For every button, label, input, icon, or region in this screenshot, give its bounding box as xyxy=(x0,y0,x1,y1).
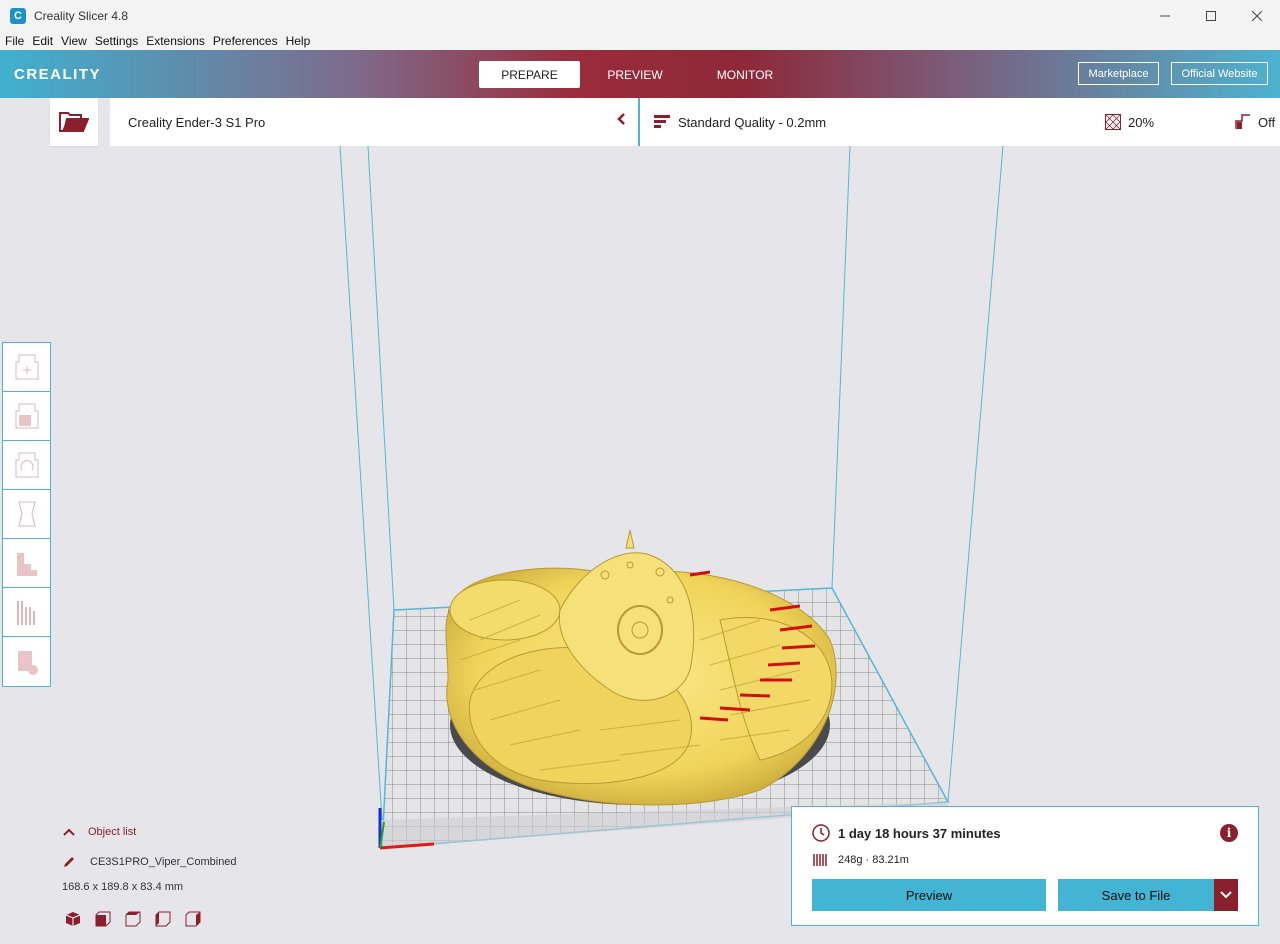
custom-support-button[interactable] xyxy=(3,637,50,686)
creality-logo: CREALITY xyxy=(14,66,101,83)
print-time-row: 1 day 18 hours 37 minutes xyxy=(812,824,1001,842)
support-icon xyxy=(1235,114,1251,135)
tab-monitor[interactable]: MONITOR xyxy=(690,61,800,88)
move-tool-icon xyxy=(15,354,38,380)
title-bar: C Creality Slicer 4.8 xyxy=(0,0,1280,31)
menu-help[interactable]: Help xyxy=(281,34,314,48)
menu-file[interactable]: File xyxy=(0,34,27,48)
object-entry[interactable]: CE3S1PRO_Viper_Combined xyxy=(62,855,237,869)
app-icon: C xyxy=(10,7,26,24)
per-model-settings-icon xyxy=(16,553,37,576)
tab-preview[interactable]: PREVIEW xyxy=(580,61,690,88)
per-model-settings-button[interactable] xyxy=(3,539,50,588)
top-view-icon xyxy=(125,911,141,927)
printer-name: Creality Ender-3 S1 Pro xyxy=(128,114,266,130)
tool-panel xyxy=(2,342,51,687)
official-website-button[interactable]: Official Website xyxy=(1171,62,1268,85)
custom-support-icon xyxy=(17,650,38,675)
window-title: Creality Slicer 4.8 xyxy=(34,8,129,23)
move-tool-button[interactable] xyxy=(3,343,50,392)
rotate-tool-icon xyxy=(15,452,38,478)
maximize-icon[interactable] xyxy=(1188,0,1234,31)
filament-icon xyxy=(813,854,827,866)
mirror-tool-button[interactable] xyxy=(3,490,50,539)
chevron-left-icon[interactable] xyxy=(616,112,626,129)
3d-view-icon xyxy=(65,912,81,926)
support-value: Off xyxy=(1258,115,1276,130)
scale-tool-button[interactable] xyxy=(3,392,50,441)
window-controls xyxy=(1142,0,1280,31)
menu-extensions[interactable]: Extensions xyxy=(141,34,208,48)
stage-header: CREALITY PREPARE PREVIEW MONITOR Marketp… xyxy=(0,50,1280,98)
open-file-button[interactable] xyxy=(50,98,98,146)
chevron-up-icon xyxy=(63,828,75,836)
support-blocker-button[interactable] xyxy=(3,588,50,637)
menu-view[interactable]: View xyxy=(56,34,90,48)
material-row: 248g · 83.21m xyxy=(812,853,909,867)
stage-tabs: PREPARE PREVIEW MONITOR xyxy=(479,61,800,88)
menu-edit[interactable]: Edit xyxy=(27,34,56,48)
front-view-button[interactable] xyxy=(92,908,114,930)
menu-settings[interactable]: Settings xyxy=(90,34,141,48)
quality-icon xyxy=(654,115,670,129)
pencil-icon xyxy=(64,857,74,867)
minimize-icon[interactable] xyxy=(1142,0,1188,31)
mirror-tool-icon xyxy=(17,501,36,527)
object-name: CE3S1PRO_Viper_Combined xyxy=(90,856,237,868)
marketplace-button[interactable]: Marketplace xyxy=(1078,62,1159,85)
info-icon[interactable]: i xyxy=(1220,824,1238,842)
infill-value: 20% xyxy=(1128,115,1155,130)
menu-preferences[interactable]: Preferences xyxy=(208,34,281,48)
close-icon[interactable] xyxy=(1234,0,1280,31)
object-list-toggle[interactable]: Object list xyxy=(62,826,136,838)
clock-icon xyxy=(812,824,830,842)
save-options-dropdown[interactable] xyxy=(1214,879,1238,911)
3d-view-button[interactable] xyxy=(62,908,84,930)
rotate-tool-button[interactable] xyxy=(3,441,50,490)
left-view-icon xyxy=(155,911,171,927)
preview-button[interactable]: Preview xyxy=(812,879,1046,911)
print-settings-selector[interactable]: Standard Quality - 0.2mm 20% Off xyxy=(640,98,1280,146)
print-time: 1 day 18 hours 37 minutes xyxy=(838,825,1001,841)
printer-selector[interactable]: Creality Ender-3 S1 Pro xyxy=(110,98,638,146)
object-list-label: Object list xyxy=(88,826,137,838)
chevron-down-icon xyxy=(1220,891,1232,899)
quality-label: Standard Quality - 0.2mm xyxy=(678,114,827,130)
menu-bar: File Edit View Settings Extensions Prefe… xyxy=(0,31,1280,50)
infill-icon xyxy=(1105,114,1121,135)
folder-open-icon xyxy=(59,112,89,132)
save-to-file-button[interactable]: Save to File xyxy=(1058,879,1214,911)
support-blocker-icon xyxy=(16,601,35,625)
left-view-button[interactable] xyxy=(152,908,174,930)
tab-prepare[interactable]: PREPARE xyxy=(479,61,580,88)
object-dimensions: 168.6 x 189.8 x 83.4 mm xyxy=(62,881,184,893)
scale-tool-icon xyxy=(15,403,38,429)
viper-model[interactable] xyxy=(445,529,837,806)
front-view-icon xyxy=(95,911,111,927)
material-usage: 248g · 83.21m xyxy=(838,854,909,866)
right-view-icon xyxy=(185,911,201,927)
top-view-button[interactable] xyxy=(122,908,144,930)
camera-view-buttons xyxy=(62,908,212,930)
right-view-button[interactable] xyxy=(182,908,204,930)
print-summary-panel: 1 day 18 hours 37 minutes i 248g · 83.21… xyxy=(791,806,1259,926)
